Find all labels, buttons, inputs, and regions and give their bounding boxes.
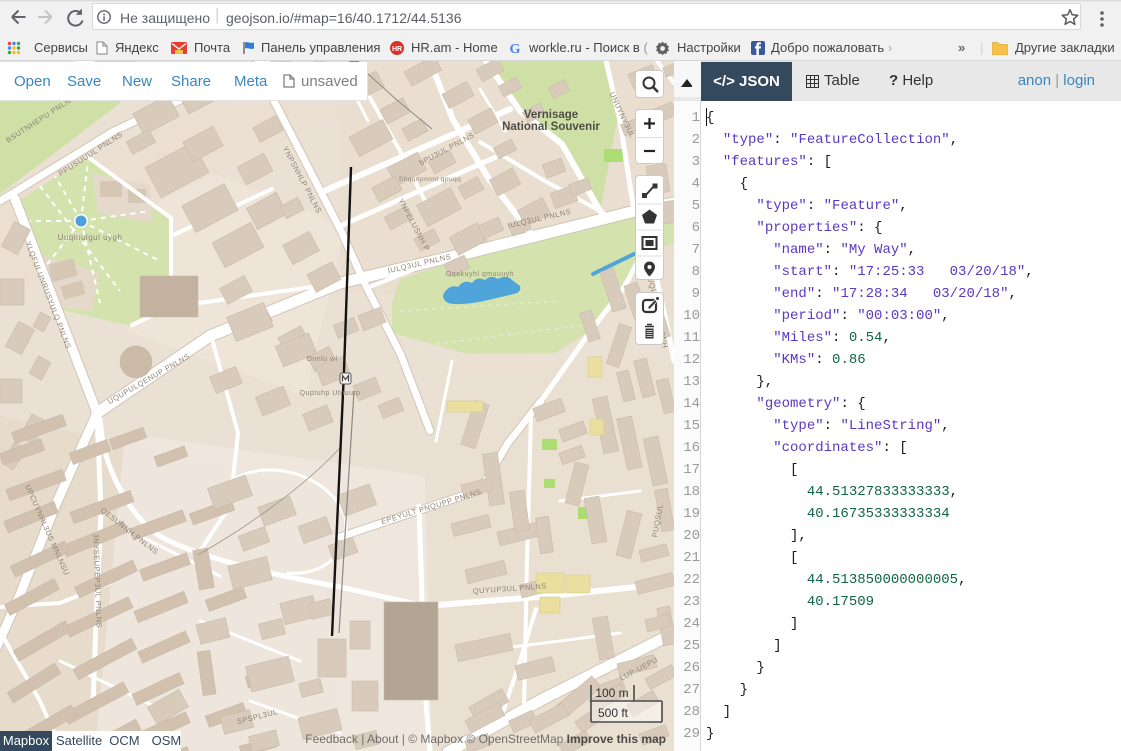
svg-text:HR: HR <box>392 46 402 53</box>
svg-text:Quptuhp Utnuutp: Quptuhp Utnuutp <box>300 390 361 397</box>
svg-text:Shqqnpnnnl qpuqq: Shqqnpnnnl qpuqq <box>399 176 462 183</box>
svg-text:Oqakuyhl qmuuuyh: Oqakuyhl qmuuuyh <box>446 271 514 278</box>
svg-text:National Souvenir: National Souvenir <box>502 121 600 133</box>
svg-text:100 m: 100 m <box>595 686 628 700</box>
svg-text:G: G <box>510 42 521 55</box>
svg-text:Vernisage: Vernisage <box>524 109 578 121</box>
svg-text:Uuqihulgul uygh: Uuqihulgul uygh <box>58 233 123 242</box>
svg-text:500 ft: 500 ft <box>598 706 629 720</box>
svg-text:Onnlu wl: Onnlu wl <box>306 356 337 363</box>
